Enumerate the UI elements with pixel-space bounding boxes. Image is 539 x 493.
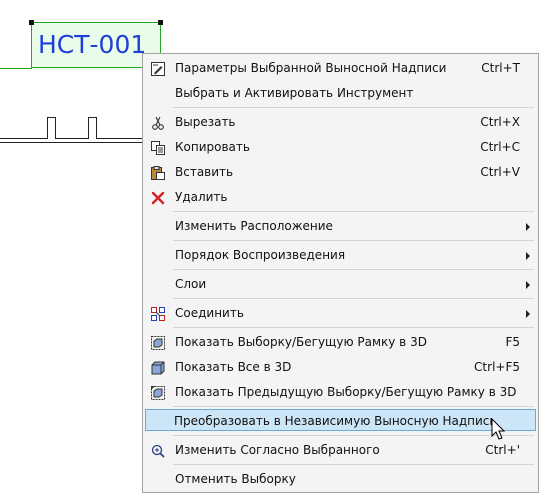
menu-item-label: Показать Все в 3D — [175, 360, 292, 374]
submenu-arrow-icon — [526, 223, 530, 231]
menu-separator — [173, 327, 534, 328]
menu-item-cut[interactable]: Вырезать Ctrl+X — [145, 111, 536, 133]
submenu-arrow-icon — [526, 252, 530, 260]
menu-item-label: Параметры Выбранной Выносной Надписи — [175, 61, 447, 75]
menu-separator — [173, 298, 534, 299]
menu-item-delete[interactable]: Удалить — [145, 186, 536, 208]
menu-item-change-arrangement[interactable]: Изменить Расположение — [145, 215, 536, 237]
wall-element-1 — [47, 117, 56, 139]
menu-item-show-all-3d[interactable]: Показать Все в 3D Ctrl+F5 — [145, 356, 536, 378]
menu-separator — [173, 240, 534, 241]
context-menu: Параметры Выбранной Выносной Надписи Ctr… — [142, 53, 539, 493]
copy-icon — [150, 140, 165, 155]
menu-item-label: Отменить Выборку — [175, 472, 296, 486]
mouse-cursor-icon — [491, 418, 506, 440]
wall-line-top — [0, 138, 147, 139]
wall-element-2 — [88, 117, 97, 139]
menu-item-label-settings[interactable]: Параметры Выбранной Выносной Надписи Ctr… — [145, 57, 536, 79]
menu-item-shortcut: Ctrl+C — [480, 140, 520, 154]
menu-separator — [173, 435, 534, 436]
submenu-arrow-icon — [526, 310, 530, 318]
menu-item-label: Показать Предыдущую Выборку/Бегущую Рамк… — [175, 385, 517, 399]
delete-icon — [150, 190, 165, 205]
paste-icon — [150, 165, 165, 180]
menu-item-shortcut: Ctrl+' — [485, 443, 520, 457]
menu-item-layers[interactable]: Слои — [145, 273, 536, 295]
menu-item-copy[interactable]: Копировать Ctrl+C — [145, 136, 536, 158]
menu-item-label: Изменить Согласно Выбранного — [175, 443, 380, 457]
menu-item-select-activate-tool[interactable]: Выбрать и Активировать Инструмент — [145, 82, 536, 104]
menu-separator — [173, 269, 534, 270]
menu-item-show-selection-3d[interactable]: Показать Выборку/Бегущую Рамку в 3D F5 — [145, 331, 536, 353]
menu-item-display-order[interactable]: Порядок Воспроизведения — [145, 244, 536, 266]
connect-icon — [150, 306, 165, 321]
menu-item-convert-independent-label[interactable]: Преобразовать в Независимую Выносную Над… — [145, 409, 536, 431]
menu-item-paste[interactable]: Вставить Ctrl+V — [145, 161, 536, 183]
show-all-3d-icon — [150, 360, 165, 375]
menu-item-deselect[interactable]: Отменить Выборку — [145, 468, 536, 490]
menu-item-label: Вставить — [175, 165, 234, 179]
menu-item-shortcut: Ctrl+F5 — [474, 360, 520, 374]
wall-line-bottom — [0, 142, 147, 143]
menu-separator — [173, 107, 534, 108]
scissors-icon — [150, 115, 165, 130]
menu-item-label: Вырезать — [175, 115, 236, 129]
menu-item-shortcut: Ctrl+V — [480, 165, 520, 179]
menu-item-label: Показать Выборку/Бегущую Рамку в 3D — [175, 335, 427, 349]
label-settings-icon — [150, 61, 165, 76]
selection-handle-top-left[interactable] — [29, 20, 34, 25]
menu-item-label: Соединить — [175, 306, 244, 320]
menu-separator — [173, 211, 534, 212]
menu-separator — [173, 464, 534, 465]
submenu-arrow-icon — [526, 281, 530, 289]
selection-handle-top-right[interactable] — [158, 20, 163, 25]
menu-item-label: Слои — [175, 277, 207, 291]
menu-item-label: Копировать — [175, 140, 250, 154]
menu-separator — [173, 406, 534, 407]
menu-item-shortcut: Ctrl+X — [480, 115, 520, 129]
magic-wand-icon — [150, 443, 165, 458]
menu-item-label: Преобразовать в Независимую Выносную Над… — [174, 414, 497, 428]
menu-item-label: Порядок Воспроизведения — [175, 248, 346, 262]
menu-item-label: Удалить — [175, 190, 228, 204]
menu-item-show-previous-3d[interactable]: Показать Предыдущую Выборку/Бегущую Рамк… — [145, 381, 536, 403]
show-previous-3d-icon — [150, 385, 165, 400]
menu-item-modify-by-selected[interactable]: Изменить Согласно Выбранного Ctrl+' — [145, 439, 536, 461]
menu-item-label: Выбрать и Активировать Инструмент — [175, 86, 414, 100]
menu-item-connect[interactable]: Соединить — [145, 302, 536, 324]
label-leader-line — [0, 68, 32, 69]
show-3d-selection-icon — [150, 335, 165, 350]
menu-item-shortcut: Ctrl+T — [481, 61, 520, 75]
menu-item-label: Изменить Расположение — [175, 219, 333, 233]
menu-item-shortcut: F5 — [505, 335, 520, 349]
